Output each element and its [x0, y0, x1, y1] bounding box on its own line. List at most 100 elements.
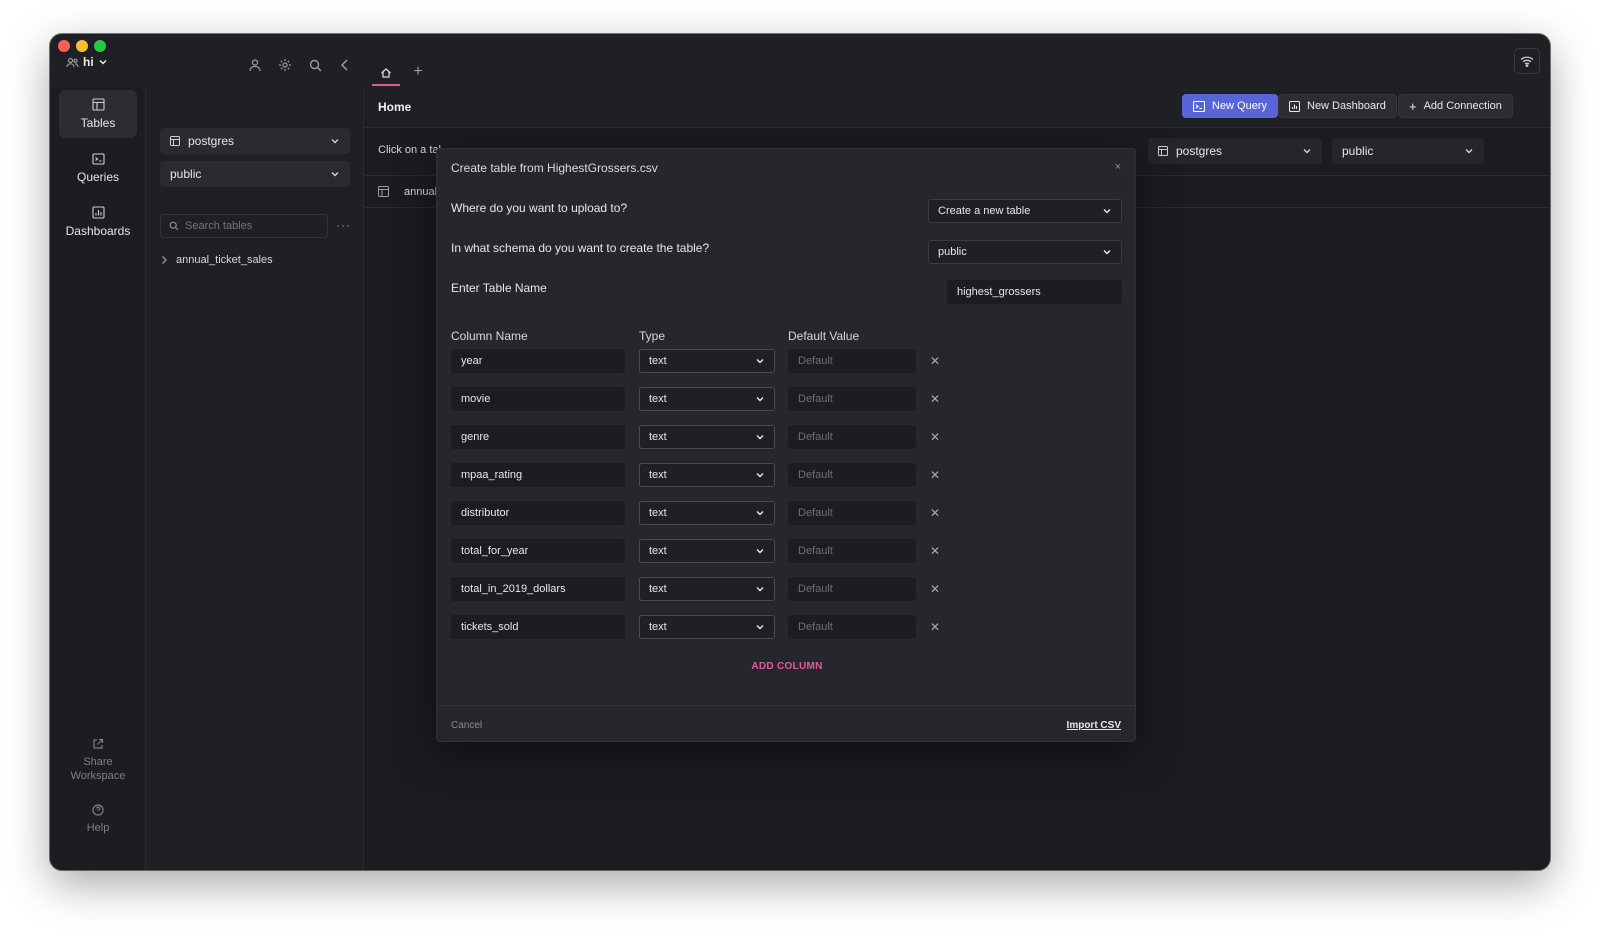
help-button[interactable]: Help: [59, 804, 137, 835]
column-row: distributor text Default ✕: [451, 501, 951, 527]
new-query-button[interactable]: New Query: [1182, 94, 1279, 118]
rail-item-dashboards[interactable]: Dashboards: [59, 198, 137, 246]
table-name-label: Enter Table Name: [451, 281, 547, 295]
more-options-icon[interactable]: ···: [336, 218, 351, 232]
column-name-input[interactable]: mpaa_rating: [451, 463, 625, 487]
default-value-input[interactable]: Default: [788, 463, 916, 487]
upload-destination-select[interactable]: Create a new table: [928, 199, 1122, 223]
default-value-input[interactable]: Default: [788, 615, 916, 639]
close-icon[interactable]: ×: [1115, 161, 1121, 173]
remove-column-icon[interactable]: ✕: [929, 431, 941, 443]
gear-icon[interactable]: [276, 56, 294, 74]
remove-column-icon[interactable]: ✕: [929, 583, 941, 595]
default-value-input[interactable]: Default: [788, 387, 916, 411]
column-row: total_in_2019_dollars text Default ✕: [451, 577, 951, 603]
tab-home[interactable]: [372, 62, 400, 86]
column-name-input[interactable]: movie: [451, 387, 625, 411]
column-type-select[interactable]: text: [639, 615, 775, 639]
user-icon[interactable]: [246, 56, 264, 74]
main-database-value: postgres: [1176, 144, 1223, 158]
column-name-input[interactable]: genre: [451, 425, 625, 449]
column-type-select[interactable]: text: [639, 349, 775, 373]
collapse-sidebar-icon[interactable]: [336, 56, 354, 74]
workspace-switcher[interactable]: hi: [66, 55, 108, 69]
connection-status-button[interactable]: [1514, 48, 1540, 74]
chevron-down-icon: [1302, 146, 1312, 156]
new-tab-button[interactable]: +: [410, 64, 426, 82]
search-tables[interactable]: [160, 214, 328, 238]
table-name-input[interactable]: highest_grossers: [947, 280, 1122, 304]
column-type-select[interactable]: text: [639, 463, 775, 487]
schema-select[interactable]: public: [160, 161, 350, 187]
main-header: Home New Query New Dashboard + Add Conne…: [364, 88, 1550, 128]
nav-rail: Tables Queries Dashboards Share Workspac…: [50, 88, 146, 870]
column-row: mpaa_rating text Default ✕: [451, 463, 951, 489]
database-table-icon: [170, 136, 180, 146]
column-name-input[interactable]: total_in_2019_dollars: [451, 577, 625, 601]
search-icon[interactable]: [306, 56, 324, 74]
column-name-input[interactable]: distributor: [451, 501, 625, 525]
default-value-input[interactable]: Default: [788, 349, 916, 373]
new-dashboard-button[interactable]: New Dashboard: [1278, 94, 1397, 118]
remove-column-icon[interactable]: ✕: [929, 393, 941, 405]
default-value-header: Default Value: [788, 329, 860, 343]
column-type-select[interactable]: text: [639, 387, 775, 411]
column-type-select[interactable]: text: [639, 425, 775, 449]
chevron-down-icon: [98, 57, 108, 67]
dashboard-icon: [1289, 100, 1300, 112]
add-column-button[interactable]: ADD COLUMN: [437, 661, 1137, 672]
column-name-header: Column Name: [451, 329, 528, 343]
schema-select[interactable]: public: [928, 240, 1122, 264]
default-value-input[interactable]: Default: [788, 577, 916, 601]
chevron-down-icon: [755, 508, 765, 518]
hint-text: Click on a tal: [378, 144, 441, 156]
column-type-value: text: [649, 621, 667, 633]
cancel-button[interactable]: Cancel: [451, 720, 482, 731]
column-type-select[interactable]: text: [639, 577, 775, 601]
main-schema-select[interactable]: public: [1332, 138, 1484, 164]
terminal-icon: [1193, 100, 1205, 112]
terminal-icon: [91, 152, 105, 165]
column-name-input[interactable]: tickets_sold: [451, 615, 625, 639]
remove-column-icon[interactable]: ✕: [929, 545, 941, 557]
column-type-select[interactable]: text: [639, 501, 775, 525]
maximize-window-button[interactable]: [94, 40, 106, 52]
column-type-select[interactable]: text: [639, 539, 775, 563]
rail-item-queries[interactable]: Queries: [59, 144, 137, 192]
page-title: Home: [378, 100, 412, 114]
column-row: tickets_sold text Default ✕: [451, 615, 951, 641]
column-name-input[interactable]: year: [451, 349, 625, 373]
search-tables-input[interactable]: [185, 220, 315, 232]
database-table-icon: [1158, 146, 1168, 156]
search-icon: [169, 221, 179, 231]
share-workspace-button[interactable]: Share Workspace: [59, 738, 137, 783]
column-type-value: text: [649, 431, 667, 443]
chevron-right-icon: [160, 255, 168, 265]
default-value-input[interactable]: Default: [788, 539, 916, 563]
table-icon: [378, 186, 389, 197]
table-tree-item[interactable]: annual_ticket_sales: [160, 254, 273, 266]
default-value-input[interactable]: Default: [788, 425, 916, 449]
remove-column-icon[interactable]: ✕: [929, 355, 941, 367]
close-window-button[interactable]: [58, 40, 70, 52]
column-name-input[interactable]: total_for_year: [451, 539, 625, 563]
rail-item-label: Tables: [80, 116, 116, 130]
help-icon: [92, 804, 104, 816]
table-row-label: annual: [404, 186, 438, 198]
remove-column-icon[interactable]: ✕: [929, 507, 941, 519]
table-icon: [91, 98, 105, 111]
database-select[interactable]: postgres: [160, 128, 350, 154]
add-connection-button[interactable]: + Add Connection: [1398, 94, 1513, 118]
minimize-window-button[interactable]: [76, 40, 88, 52]
import-csv-button[interactable]: Import CSV: [1067, 720, 1121, 731]
default-value-input[interactable]: Default: [788, 501, 916, 525]
rail-item-tables[interactable]: Tables: [59, 90, 137, 138]
main-database-select[interactable]: postgres: [1148, 138, 1322, 164]
remove-column-icon[interactable]: ✕: [929, 621, 941, 633]
column-row: genre text Default ✕: [451, 425, 951, 451]
remove-column-icon[interactable]: ✕: [929, 469, 941, 481]
chevron-down-icon: [330, 169, 340, 179]
plus-icon: +: [413, 63, 423, 80]
database-select-value: postgres: [188, 134, 235, 148]
chevron-down-icon: [1464, 146, 1474, 156]
